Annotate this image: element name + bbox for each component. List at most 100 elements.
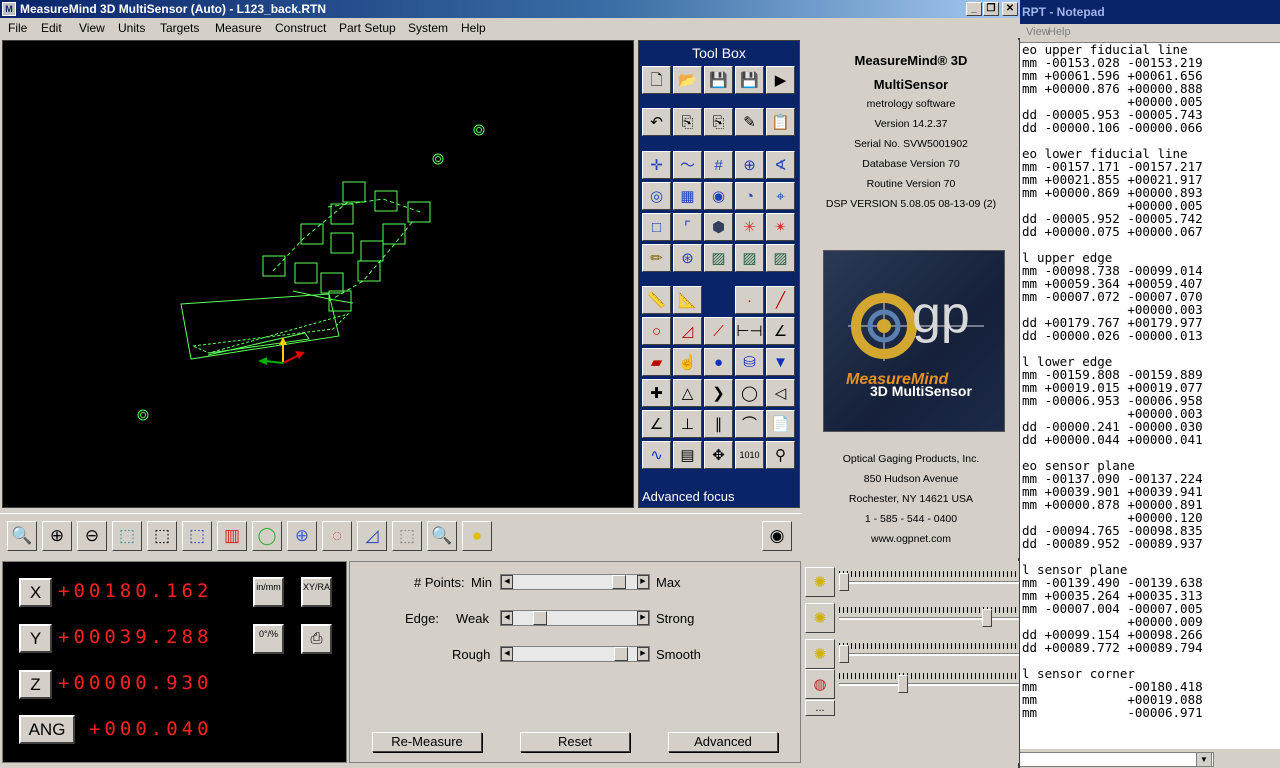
perpendicular-icon[interactable]: ⊥	[673, 410, 702, 438]
green-circle-icon[interactable]: ◯	[252, 521, 282, 551]
ring-light-icon[interactable]: ✺	[805, 639, 835, 669]
notepad-horizontal-scrollbar[interactable]: ▼	[1012, 748, 1280, 768]
ruler-icon[interactable]: 📏	[642, 286, 671, 314]
menu-units[interactable]: Units	[118, 21, 145, 35]
arc-target-icon[interactable]: ◔	[735, 182, 764, 210]
dotted-box-icon[interactable]: ⬚	[392, 521, 422, 551]
binary-icon[interactable]: 1010	[735, 441, 764, 469]
coax-light-icon[interactable]: ✺	[805, 603, 835, 633]
image-2-icon[interactable]: ▨	[735, 244, 764, 272]
distance-icon[interactable]: ⊢⊣	[735, 317, 764, 345]
save-icon[interactable]: 💾	[704, 66, 733, 94]
angle-target-icon[interactable]: ∢	[766, 151, 795, 179]
menu-system[interactable]: System	[408, 21, 448, 35]
edge-trace-icon[interactable]: 〜	[673, 151, 702, 179]
sphere-icon[interactable]: ●	[704, 348, 733, 376]
zoom-out-icon[interactable]: ⊖	[77, 521, 107, 551]
units-toggle-button[interactable]: in/mm	[253, 577, 284, 607]
angle-icon[interactable]: ∠	[766, 317, 795, 345]
light-bulb-icon[interactable]: ●	[462, 521, 492, 551]
copy-step-icon[interactable]: ⎘	[673, 108, 702, 136]
new-file-icon[interactable]: 🗋	[642, 66, 671, 94]
slider-left-arrow-icon[interactable]: ◀	[501, 575, 513, 589]
scroll-arrow-icon[interactable]: ▼	[1196, 752, 1212, 767]
angle-format-button[interactable]: 0°/%	[253, 624, 284, 654]
report-icon[interactable]: 📄	[766, 410, 795, 438]
menu-file[interactable]: File	[8, 21, 27, 35]
notepad-text-area[interactable]: eo upper fiducial line mm -00153.028 -001…	[1022, 43, 1280, 748]
blob-icon[interactable]: ⬢	[704, 213, 733, 241]
zoom-select-icon[interactable]: 🔍	[7, 521, 37, 551]
find-icon[interactable]: 🔍	[427, 521, 457, 551]
laser-star-icon[interactable]: ✴	[766, 213, 795, 241]
triangle-icon[interactable]: ◿	[673, 317, 702, 345]
slider-thumb[interactable]	[612, 575, 626, 589]
notepad-menu-view[interactable]: View	[1026, 26, 1050, 38]
arc-icon[interactable]: ⌒	[735, 410, 764, 438]
camera-circle-icon[interactable]: ◉	[762, 521, 792, 551]
menu-edit[interactable]: Edit	[41, 21, 62, 35]
ring-light-slider[interactable]	[839, 643, 1019, 665]
printer-icon[interactable]: ⎙	[301, 624, 332, 654]
focus-icon[interactable]: ⊛	[673, 244, 702, 272]
minimize-icon[interactable]: _	[966, 2, 982, 16]
red-dotted-circle-icon[interactable]: ◌	[322, 521, 352, 551]
calculator-icon[interactable]: ▤	[673, 441, 702, 469]
crosshair-icon[interactable]: ✛	[642, 151, 671, 179]
image-3-icon[interactable]: ▨	[766, 244, 795, 272]
backlight-icon[interactable]: ✺	[805, 567, 835, 597]
clipboard-icon[interactable]: 📋	[766, 108, 795, 136]
cylinder-icon[interactable]: ⛁	[735, 348, 764, 376]
website-link[interactable]: www.ogpnet.com	[803, 533, 1019, 545]
line-icon[interactable]: ╱	[766, 286, 795, 314]
notepad-menu-help[interactable]: Help	[1048, 26, 1071, 38]
slider-thumb[interactable]	[897, 675, 908, 693]
slider-thumb[interactable]	[981, 609, 992, 627]
slider-right-arrow-icon[interactable]: ▶	[637, 575, 649, 589]
edge-slider[interactable]: ◀ ▶	[500, 610, 650, 626]
curve-icon[interactable]: ∿	[642, 441, 671, 469]
restore-icon[interactable]: ❐	[983, 2, 999, 16]
laser-light-slider[interactable]	[839, 673, 1019, 695]
color-bars-icon[interactable]: ▥	[217, 521, 247, 551]
zoom-in-icon[interactable]: ⊕	[42, 521, 72, 551]
probe-icon[interactable]: ⚲	[766, 441, 795, 469]
reset-button[interactable]: Reset	[520, 732, 630, 752]
image-icon[interactable]: ▨	[704, 244, 733, 272]
parallel-icon[interactable]: ∥	[704, 410, 733, 438]
circle-icon[interactable]: ○	[642, 317, 671, 345]
slider-thumb[interactable]	[532, 611, 547, 625]
slot-icon[interactable]: ▰	[642, 348, 671, 376]
hand-icon[interactable]: ☝	[673, 348, 702, 376]
save-run-icon[interactable]: ▶	[766, 66, 795, 94]
angle-line-icon[interactable]: ∠	[642, 410, 671, 438]
edit-step-icon[interactable]: ✎	[735, 108, 764, 136]
grid-icon[interactable]: ▦	[673, 182, 702, 210]
coax-light-slider[interactable]	[839, 607, 1019, 629]
backlight-slider[interactable]	[839, 571, 1019, 593]
points-slider[interactable]: ◀ ▶	[500, 574, 650, 590]
open-folder-icon[interactable]: 📂	[673, 66, 702, 94]
intersection-icon[interactable]: ✚	[642, 379, 671, 407]
close-icon[interactable]: ✕	[1002, 2, 1018, 16]
concentric-circle-icon[interactable]: ◎	[642, 182, 671, 210]
remeasure-button[interactable]: Re-Measure	[372, 732, 482, 752]
menu-part-setup[interactable]: Part Setup	[339, 21, 396, 35]
box-icon[interactable]: □	[642, 213, 671, 241]
menu-targets[interactable]: Targets	[160, 21, 199, 35]
menu-construct[interactable]: Construct	[275, 21, 326, 35]
chevron-icon[interactable]: ❯	[704, 379, 733, 407]
angle-measure-icon[interactable]: ◿	[357, 521, 387, 551]
circle-target-icon[interactable]: ⊕	[735, 151, 764, 179]
grid-target-icon[interactable]: #	[704, 151, 733, 179]
blue-target-icon[interactable]: ⊕	[287, 521, 317, 551]
coord-toggle-button[interactable]: XY/RA	[301, 577, 332, 607]
point-icon[interactable]: ·	[735, 286, 764, 314]
slider-thumb[interactable]	[839, 645, 849, 663]
ucs-cube-icon[interactable]: ⬚	[182, 521, 212, 551]
pencil-icon[interactable]: ✏	[642, 244, 671, 272]
undo-icon[interactable]: ↶	[642, 108, 671, 136]
slider-thumb[interactable]	[614, 647, 629, 661]
ring-icon[interactable]: ◉	[704, 182, 733, 210]
cube-view-icon[interactable]: ⬚	[112, 521, 142, 551]
